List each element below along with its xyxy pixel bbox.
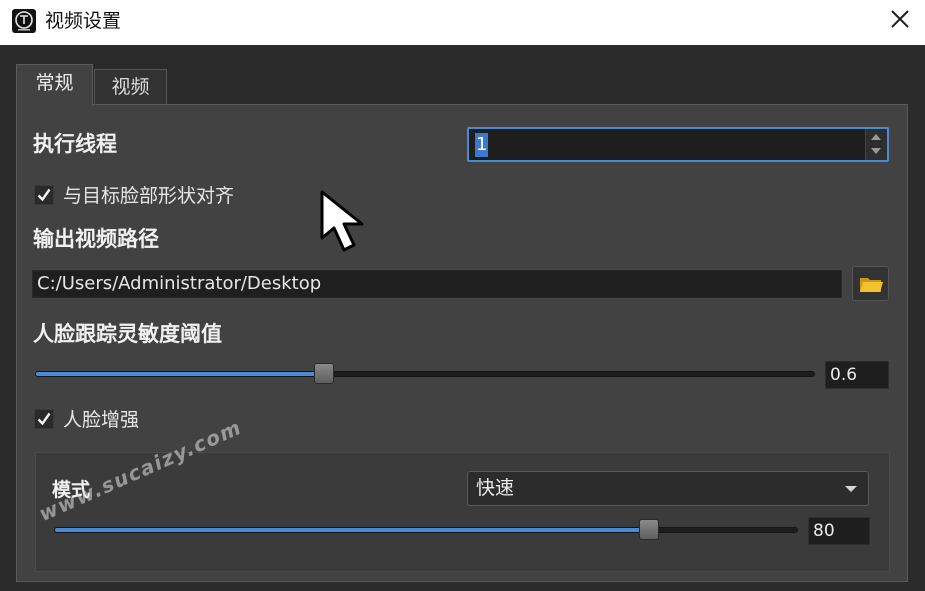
spin-down-icon[interactable] — [871, 148, 881, 154]
tracking-threshold-slider[interactable] — [35, 363, 815, 384]
folder-icon — [860, 278, 883, 292]
browse-folder-button[interactable] — [852, 266, 889, 301]
mode-selected-value: 快速 — [476, 477, 515, 499]
slider-handle[interactable] — [314, 363, 334, 384]
tracking-threshold-label: 人脸跟踪灵敏度阈值 — [33, 322, 222, 346]
face-enhance-checkbox[interactable] — [34, 409, 54, 429]
enhance-strength-value[interactable]: 80 — [808, 517, 870, 545]
face-enhance-label: 人脸增强 — [63, 409, 140, 431]
output-path-label: 输出视频路径 — [33, 227, 159, 251]
checkmark-icon — [37, 412, 51, 426]
app-logo-icon — [12, 9, 36, 33]
tracking-threshold-value[interactable]: 0.6 — [825, 361, 889, 389]
title-bar: 视频设置 — [0, 0, 925, 45]
tab-general[interactable]: 常规 — [16, 64, 93, 106]
close-button[interactable] — [882, 5, 918, 37]
output-path-field[interactable]: C:/Users/Administrator/Desktop — [32, 270, 842, 298]
threads-spinbox[interactable]: 1 — [467, 127, 889, 162]
checkmark-icon — [37, 188, 51, 202]
slider-fill — [36, 372, 324, 376]
slider-fill — [55, 528, 649, 532]
mode-dropdown[interactable]: 快速 — [467, 471, 869, 506]
chevron-down-icon — [845, 486, 857, 492]
slider-handle[interactable] — [639, 519, 659, 540]
enhance-strength-slider[interactable] — [54, 519, 798, 540]
window-title: 视频设置 — [45, 10, 122, 32]
tab-video[interactable]: 视频 — [94, 69, 167, 105]
threads-label: 执行线程 — [33, 132, 117, 156]
threads-value[interactable]: 1 — [475, 133, 489, 157]
align-face-checkbox[interactable] — [34, 185, 54, 205]
spin-arrows — [865, 129, 887, 160]
align-face-label: 与目标脸部形状对齐 — [63, 185, 235, 207]
spin-up-icon[interactable] — [871, 134, 881, 140]
close-icon[interactable] — [882, 5, 918, 37]
